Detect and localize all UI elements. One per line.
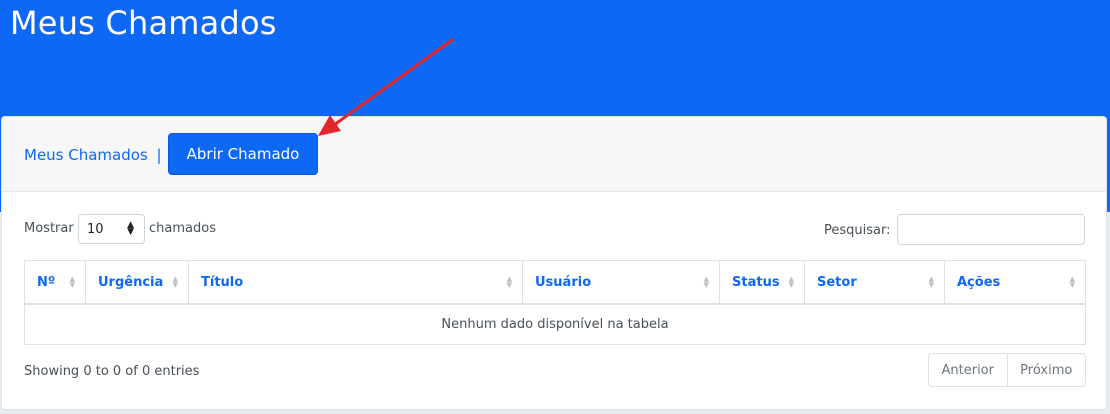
sort-icon: ▲ ▼ <box>703 275 709 289</box>
column-header-title[interactable]: Título ▲ ▼ <box>189 261 523 303</box>
sort-icon: ▲ ▼ <box>928 275 934 289</box>
page-size-label: Mostrar <box>24 221 74 236</box>
previous-page-button[interactable]: Anterior <box>929 354 1008 386</box>
tickets-card: Meus Chamados | Abrir Chamado Mostrar 10… <box>1 116 1107 410</box>
search-input[interactable] <box>897 214 1085 245</box>
page-size-suffix: chamados <box>149 221 216 236</box>
column-header-label: Status <box>732 274 780 290</box>
empty-table-message: Nenhum dado disponível na tabela <box>441 317 669 332</box>
sort-icon: ▲ ▼ <box>788 275 794 289</box>
column-header-label: Setor <box>817 274 857 290</box>
sort-icon: ▲ ▼ <box>69 275 75 289</box>
column-header-user[interactable]: Usuário ▲ ▼ <box>523 261 720 303</box>
page-title: Meus Chamados <box>10 4 277 42</box>
column-header-status[interactable]: Status ▲ ▼ <box>720 261 805 303</box>
search-label: Pesquisar: <box>824 223 891 238</box>
column-header-number[interactable]: Nº ▲ ▼ <box>25 261 86 303</box>
table-header-row: Nº ▲ ▼ Urgência ▲ ▼ Título ▲ ▼ Usuário ▲ ▼ S… <box>25 261 1085 305</box>
page-size-select[interactable]: 10 ▲ ▼ <box>78 214 145 244</box>
sort-icon: ▲ ▼ <box>506 275 512 289</box>
sort-icon: ▲ ▼ <box>172 275 178 289</box>
column-header-label: Nº <box>37 274 56 290</box>
column-header-label: Usuário <box>535 274 592 290</box>
column-header-label: Ações <box>957 274 1001 290</box>
column-header-actions[interactable]: Ações ▲ ▼ <box>945 261 1085 303</box>
pagination: Anterior Próximo <box>928 353 1086 387</box>
column-header-sector[interactable]: Setor ▲ ▼ <box>805 261 945 303</box>
column-header-label: Urgência <box>98 274 164 290</box>
column-header-urgency[interactable]: Urgência ▲ ▼ <box>86 261 189 303</box>
next-page-button[interactable]: Próximo <box>1008 354 1086 386</box>
sort-icon: ▲ ▼ <box>1069 275 1075 289</box>
page-size-value: 10 <box>87 221 104 237</box>
column-header-label: Título <box>201 274 244 290</box>
breadcrumb-separator: | <box>156 146 162 164</box>
breadcrumb: Meus Chamados | <box>24 146 162 164</box>
tickets-table: Nº ▲ ▼ Urgência ▲ ▼ Título ▲ ▼ Usuário ▲ ▼ S… <box>24 260 1086 345</box>
select-arrows-icon: ▲ ▼ <box>127 220 134 237</box>
breadcrumb-current[interactable]: Meus Chamados <box>24 146 148 164</box>
table-info: Showing 0 to 0 of 0 entries <box>24 364 200 379</box>
open-ticket-button[interactable]: Abrir Chamado <box>168 133 318 175</box>
card-header: Meus Chamados | Abrir Chamado <box>2 117 1106 192</box>
